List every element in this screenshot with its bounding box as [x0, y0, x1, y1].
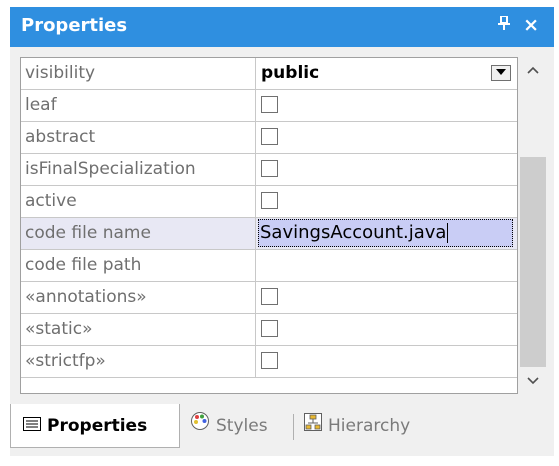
property-row-annotations: «annotations»: [21, 282, 517, 314]
window-title: Properties: [21, 15, 128, 36]
pin-icon[interactable]: [498, 15, 510, 34]
property-name: visibility: [21, 58, 256, 89]
tab-label: Properties: [47, 416, 148, 436]
scroll-up-icon[interactable]: [518, 57, 548, 83]
code-file-path-field[interactable]: [256, 250, 517, 281]
property-name: abstract: [21, 122, 256, 153]
property-name: leaf: [21, 90, 256, 121]
close-icon[interactable]: ×: [523, 14, 539, 36]
dropdown-arrow-icon[interactable]: [491, 65, 511, 81]
code-file-name-input[interactable]: SavingsAccount.java: [258, 219, 513, 247]
tab-properties[interactable]: Properties: [10, 404, 180, 448]
property-row-abstract: abstract: [21, 122, 517, 154]
properties-icon: [23, 404, 41, 448]
properties-panel: visibility public leaf abstract isFinalS…: [10, 47, 554, 404]
scrollbar-thumb[interactable]: [520, 157, 546, 367]
property-row-active: active: [21, 186, 517, 218]
visibility-value: public: [261, 63, 320, 83]
vertical-scrollbar[interactable]: [518, 57, 548, 394]
tab-label: Hierarchy: [328, 416, 411, 436]
property-row-code-file-path: code file path: [21, 250, 517, 282]
property-name: code file path: [21, 250, 256, 281]
property-row-code-file-name: code file name SavingsAccount.java: [21, 218, 517, 250]
property-name: «static»: [21, 314, 256, 345]
property-row-strictfp: «strictfp»: [21, 346, 517, 378]
active-checkbox[interactable]: [261, 192, 278, 209]
property-name: active: [21, 186, 256, 217]
tab-styles[interactable]: Styles: [190, 404, 290, 448]
property-name: «annotations»: [21, 282, 256, 313]
property-name: «strictfp»: [21, 346, 256, 377]
tab-hierarchy[interactable]: Hierarchy: [304, 404, 454, 448]
annotations-checkbox[interactable]: [261, 288, 278, 305]
leaf-checkbox[interactable]: [261, 96, 278, 113]
property-row-isfinalspecialization: isFinalSpecialization: [21, 154, 517, 186]
palette-icon: [190, 404, 210, 448]
text-caret: [447, 223, 449, 243]
hierarchy-icon: [304, 404, 322, 448]
property-name: isFinalSpecialization: [21, 154, 256, 185]
tab-label: Styles: [216, 416, 268, 436]
property-row-visibility: visibility public: [21, 58, 517, 90]
static-checkbox[interactable]: [261, 320, 278, 337]
visibility-select[interactable]: public: [256, 58, 517, 89]
scroll-down-icon[interactable]: [518, 368, 548, 394]
property-row-static: «static»: [21, 314, 517, 346]
strictfp-checkbox[interactable]: [261, 352, 278, 369]
property-row-leaf: leaf: [21, 90, 517, 122]
property-grid: visibility public leaf abstract isFinalS…: [20, 57, 518, 394]
abstract-checkbox[interactable]: [261, 128, 278, 145]
tab-separator: [293, 414, 294, 440]
code-file-name-value: SavingsAccount.java: [260, 222, 447, 243]
property-name: code file name: [21, 218, 256, 249]
isfinalspecialization-checkbox[interactable]: [261, 160, 278, 177]
title-bar: Properties ×: [10, 7, 554, 47]
tab-bar: Properties Styles Hierarchy: [10, 404, 554, 456]
